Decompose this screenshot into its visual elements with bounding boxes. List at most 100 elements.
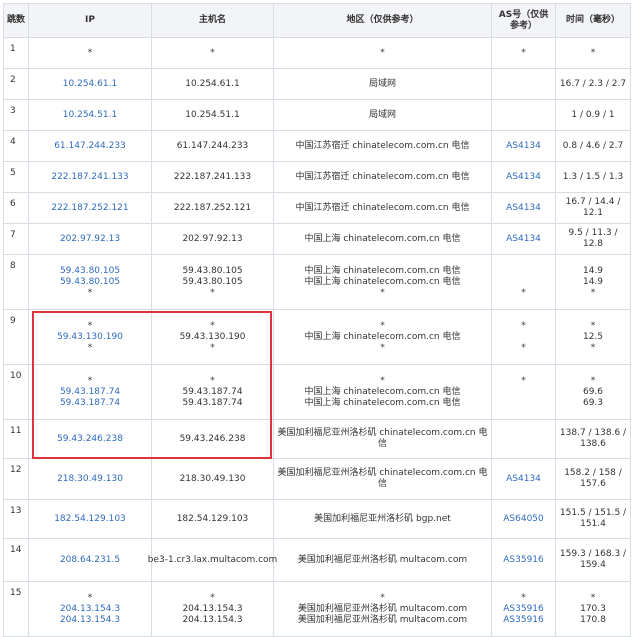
time-text: 9.5 / 11.3 / 12.8 — [568, 228, 618, 249]
hostname-text: * — [210, 320, 215, 331]
as-link[interactable]: AS35916 — [503, 615, 544, 626]
ip-cell: 222.187.252.121 — [28, 192, 152, 224]
hostname-text: 59.43.246.238 — [179, 433, 246, 444]
time-cell: * 69.6 69.3 — [555, 364, 631, 420]
table-row: 6 222.187.252.121 222.187.252.121 中国江苏宿迁 ch… — [3, 192, 631, 224]
as-link[interactable]: AS4134 — [506, 141, 541, 152]
ip-link[interactable]: 202.97.92.13 — [60, 234, 120, 245]
hostname-cell: 59.43.246.238 — [151, 419, 274, 459]
region-text: 美国加利福尼亚州洛杉矶 multacom.com — [297, 554, 468, 565]
ip-link[interactable]: 61.147.244.233 — [54, 141, 126, 152]
region-cell: 美国加利福尼亚州洛杉矶 chinatelecom.com.cn 电信 — [273, 458, 492, 500]
as-link[interactable]: AS35916 — [503, 555, 544, 566]
region-text: 中国江苏宿迁 chinatelecom.com.cn 电信 — [295, 202, 470, 213]
as-text: * — [521, 375, 526, 386]
hostname-cell: 59.43.80.105 59.43.80.105 * — [151, 254, 274, 310]
time-text: 151.5 / 151.5 / 151.4 — [559, 508, 627, 529]
time-text: 158.2 / 158 / 157.6 — [564, 468, 622, 489]
time-cell: * 170.3 170.8 — [555, 581, 631, 637]
header-row: 跳数 IP 主机名 地区（仅供参考） AS号（仅供参考） 时间（毫秒） — [3, 3, 631, 38]
hostname-text: 204.13.154.3 — [182, 614, 243, 625]
ip-link[interactable]: 204.13.154.3 — [60, 615, 120, 626]
hop-cell: 11 — [3, 419, 29, 459]
ip-link[interactable]: 59.43.130.190 — [57, 332, 123, 343]
ip-text: * — [87, 592, 93, 603]
ip-link[interactable]: 59.43.187.74 — [60, 398, 120, 409]
ip-link[interactable]: 59.43.80.105 — [60, 277, 120, 288]
hostname-cell: 218.30.49.130 — [151, 458, 274, 500]
table-row: 8 59.43.80.105 59.43.80.105 * 59.43.80.105 59… — [3, 254, 631, 310]
hop-cell: 2 — [3, 68, 29, 100]
ip-link[interactable]: 59.43.246.238 — [57, 434, 123, 445]
ip-link[interactable]: 182.54.129.103 — [54, 514, 126, 525]
hostname-text: 59.43.80.105 — [182, 276, 243, 287]
as-cell: AS4134 — [491, 192, 556, 224]
hostname-cell: 202.97.92.13 — [151, 223, 274, 255]
as-link[interactable]: AS35916 — [503, 604, 544, 615]
ip-link[interactable]: 10.254.51.1 — [63, 110, 117, 121]
region-text: * — [380, 342, 385, 353]
hostname-text: 10.254.51.1 — [185, 109, 240, 120]
hostname-cell: be3-1.cr3.lax.multacom.com — [148, 538, 277, 582]
header-time: 时间（毫秒） — [555, 3, 631, 38]
hostname-cell: 222.187.241.133 — [151, 161, 274, 193]
table-row: 1 * * * * * — [3, 37, 631, 69]
hostname-cell: * 59.43.130.190 * — [151, 309, 274, 365]
table-row: 9 * 59.43.130.190 * * 59.43.130.190 * * 中国上海 chi… — [3, 309, 631, 365]
ip-link[interactable]: 222.187.241.133 — [51, 172, 128, 183]
as-link[interactable]: AS4134 — [506, 172, 541, 183]
time-text: 14.9 — [582, 276, 604, 287]
ip-link[interactable]: 204.13.154.3 — [60, 604, 120, 615]
hostname-text: 222.187.241.133 — [173, 171, 252, 182]
ip-link[interactable]: 59.43.80.105 — [60, 266, 120, 277]
table-row: 15 * 204.13.154.3 204.13.154.3 * 204.13.154.3… — [3, 581, 631, 637]
region-text: 中国上海 chinatelecom.com.cn 电信 — [304, 276, 461, 287]
hop-cell: 14 — [3, 538, 29, 582]
as-text: * — [521, 287, 526, 298]
ip-link[interactable]: 218.30.49.130 — [57, 474, 123, 485]
header-region: 地区（仅供参考） — [273, 3, 492, 38]
region-text: 美国加利福尼亚州洛杉矶 multacom.com — [297, 614, 468, 625]
time-text: 16.7 / 2.3 / 2.7 — [559, 78, 627, 89]
ip-link[interactable]: 222.187.252.121 — [51, 203, 128, 214]
table-body: 1 * * * * * 2 10.254.61.1 10.254.61.1 局域网 16.7 / 2… — [3, 37, 631, 637]
ip-link[interactable]: 208.64.231.5 — [60, 555, 120, 566]
header-as: AS号（仅供参考） — [491, 3, 556, 38]
region-cell: 局域网 — [273, 68, 492, 100]
region-cell: 中国上海 chinatelecom.com.cn 电信 — [273, 223, 492, 255]
hop-cell: 7 — [3, 223, 29, 255]
region-text: 局域网 — [368, 78, 396, 89]
region-text: * — [380, 375, 385, 386]
time-cell: 151.5 / 151.5 / 151.4 — [555, 499, 631, 539]
as-link[interactable]: AS64050 — [503, 514, 544, 525]
region-cell: * 中国上海 chinatelecom.com.cn 电信 中国上海 chinate… — [273, 364, 492, 420]
region-text: 中国上海 chinatelecom.com.cn 电信 — [304, 233, 461, 244]
time-text: * — [590, 47, 596, 58]
region-text: 中国上海 chinatelecom.com.cn 电信 — [304, 397, 461, 408]
region-cell: 局域网 — [273, 99, 492, 131]
as-cell — [491, 68, 556, 100]
as-cell: AS4134 — [491, 161, 556, 193]
hop-cell: 9 — [3, 309, 29, 365]
ip-link[interactable]: 10.254.61.1 — [63, 79, 117, 90]
as-link[interactable]: AS4134 — [506, 203, 541, 214]
ip-text: * — [87, 342, 93, 353]
hop-cell: 5 — [3, 161, 29, 193]
region-cell: 中国江苏宿迁 chinatelecom.com.cn 电信 — [273, 130, 492, 162]
time-text: * — [590, 375, 596, 386]
time-text: * — [590, 342, 596, 353]
hostname-cell: * — [151, 37, 274, 69]
as-link[interactable]: AS4134 — [506, 474, 541, 485]
region-text: 美国加利福尼亚州洛杉矶 bgp.net — [314, 513, 451, 524]
ip-link[interactable]: 59.43.187.74 — [60, 387, 120, 398]
time-text: * — [590, 287, 596, 298]
region-cell: 美国加利福尼亚州洛杉矶 bgp.net — [273, 499, 492, 539]
hostname-text: * — [210, 375, 215, 386]
as-link[interactable]: AS4134 — [506, 234, 541, 245]
hostname-text: * — [210, 287, 215, 298]
time-cell: * — [555, 37, 631, 69]
time-text: 16.7 / 14.4 / 12.1 — [565, 197, 621, 218]
table-row: 10 * 59.43.187.74 59.43.187.74 * 59.43.187.74… — [3, 364, 631, 420]
time-cell: 0.8 / 4.6 / 2.7 — [555, 130, 631, 162]
header-ip: IP — [28, 3, 152, 38]
